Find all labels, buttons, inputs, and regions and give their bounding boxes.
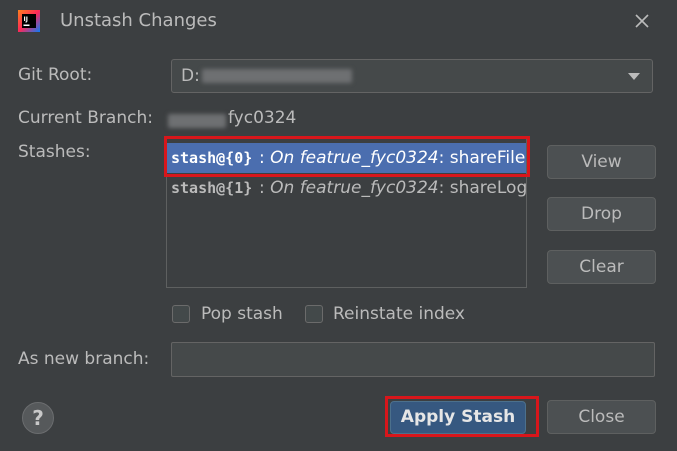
stash-item-1[interactable]: stash@{1} : On featrue_fyc0324: shareLog bbox=[167, 173, 528, 203]
git-root-select[interactable]: D: bbox=[171, 59, 653, 93]
stashes-label: Stashes: bbox=[18, 142, 91, 162]
highlight-box-selected-stash bbox=[164, 136, 530, 177]
pop-stash-label: Pop stash bbox=[201, 304, 283, 324]
chevron-down-icon bbox=[628, 73, 640, 80]
pop-stash-checkbox[interactable] bbox=[172, 305, 190, 323]
highlight-box-apply-stash bbox=[385, 396, 539, 437]
intellij-idea-icon: IJ bbox=[18, 10, 40, 32]
stash-ref: stash@{1} bbox=[171, 179, 253, 197]
current-branch-label: Current Branch: bbox=[18, 108, 153, 128]
svg-text:IJ: IJ bbox=[24, 16, 28, 23]
reinstate-index-checkbox[interactable] bbox=[305, 305, 323, 323]
redacted-branch-prefix bbox=[168, 111, 226, 131]
close-button[interactable]: Close bbox=[547, 400, 656, 434]
view-button[interactable]: View bbox=[547, 145, 656, 179]
close-icon[interactable] bbox=[631, 10, 653, 32]
dialog-title: Unstash Changes bbox=[60, 10, 217, 31]
git-root-value: D: bbox=[181, 66, 352, 86]
reinstate-index-label: Reinstate index bbox=[333, 304, 465, 324]
git-root-label: Git Root: bbox=[18, 65, 93, 85]
help-button[interactable]: ? bbox=[22, 402, 54, 434]
clear-button[interactable]: Clear bbox=[547, 250, 656, 284]
new-branch-input[interactable] bbox=[171, 342, 655, 377]
new-branch-label: As new branch: bbox=[18, 349, 150, 369]
current-branch-value: fyc0324 bbox=[228, 108, 297, 128]
stash-message: : On featrue_fyc0324: shareLog bbox=[259, 178, 528, 198]
redacted-path bbox=[201, 69, 352, 83]
drop-button[interactable]: Drop bbox=[547, 197, 656, 231]
